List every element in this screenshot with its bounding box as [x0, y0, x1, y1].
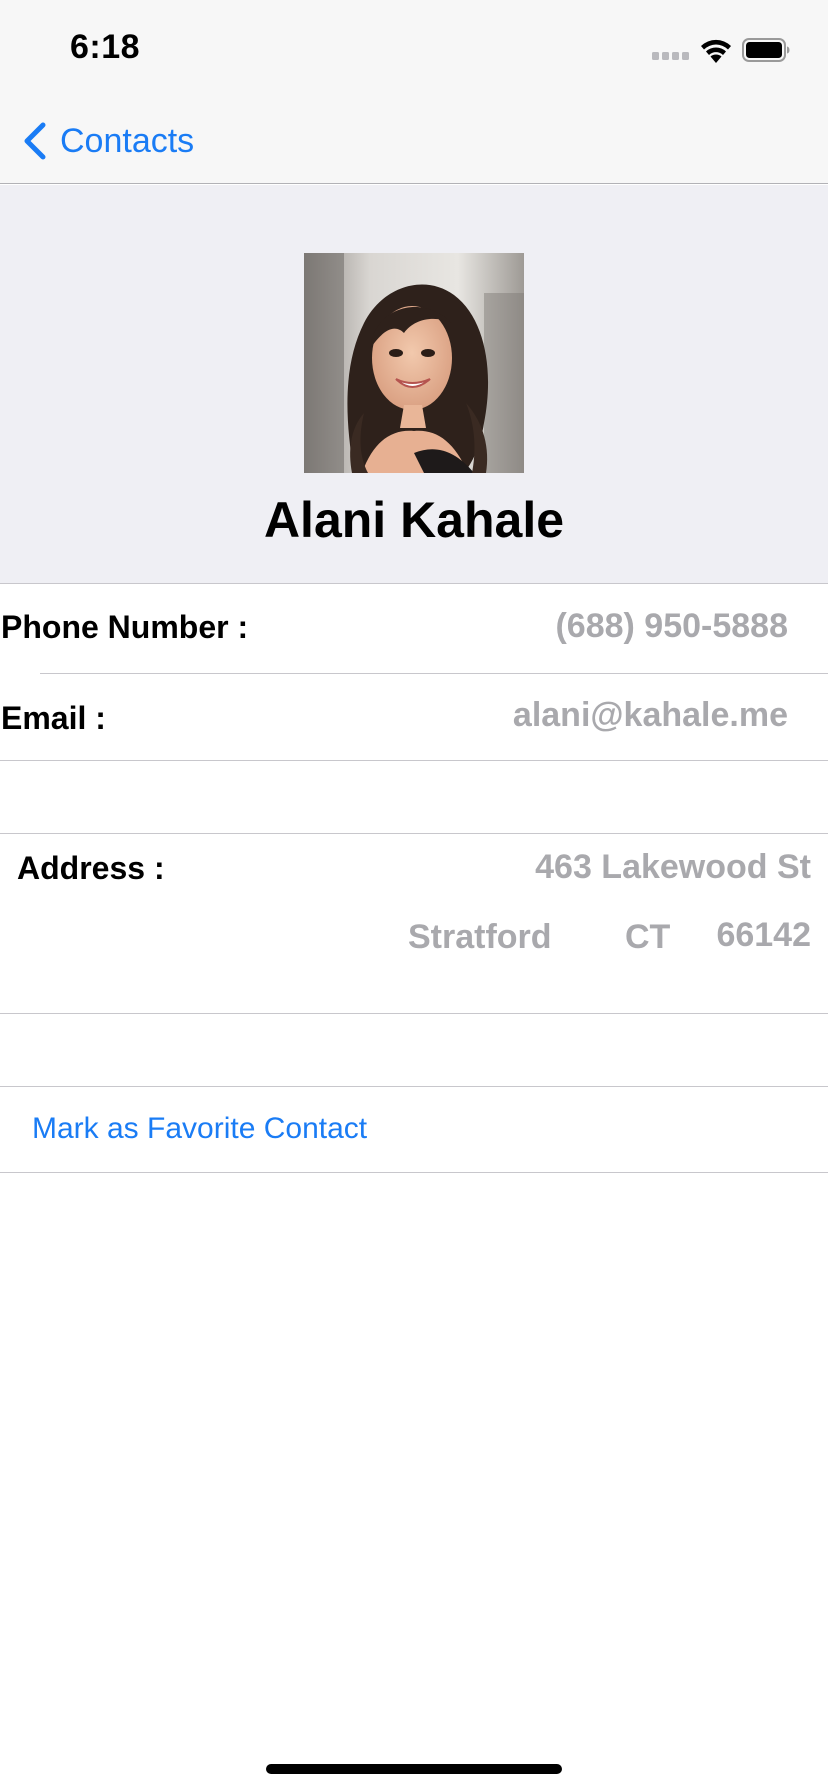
address-city: Stratford: [408, 918, 552, 956]
home-indicator[interactable]: [266, 1764, 562, 1774]
address-state: CT: [625, 918, 671, 956]
email-label: Email :: [1, 700, 106, 736]
address-label: Address :: [17, 850, 165, 886]
profile-header: Alani Kahale: [0, 185, 828, 584]
status-time: 6:18: [70, 28, 141, 66]
status-bar: 6:18: [0, 0, 828, 100]
separator: [0, 1013, 828, 1014]
separator: [0, 1172, 828, 1173]
separator: [0, 760, 828, 761]
address-row[interactable]: Address : 463 Lakewood St Stratford CT 6…: [0, 834, 828, 1013]
battery-icon: [742, 38, 790, 62]
email-value: alani@kahale.me: [512, 696, 788, 734]
phone-value: (688) 950-5888: [555, 607, 788, 645]
back-button[interactable]: Contacts: [22, 116, 194, 166]
navigation-bar: Contacts: [0, 100, 828, 184]
avatar: [304, 253, 524, 473]
back-label: Contacts: [60, 121, 195, 160]
mark-favorite-button[interactable]: Mark as Favorite Contact: [32, 1112, 367, 1146]
chevron-left-icon: [24, 122, 46, 160]
contact-name: Alani Kahale: [263, 492, 565, 548]
address-street: 463 Lakewood St: [535, 848, 811, 886]
cellular-signal-icon: [652, 52, 690, 60]
wifi-icon: [701, 39, 731, 63]
phone-row[interactable]: Phone Number : (688) 950-5888: [0, 585, 828, 673]
email-row[interactable]: Email : alani@kahale.me: [0, 674, 828, 760]
address-zip: 66142: [716, 916, 811, 954]
separator: [0, 1086, 828, 1087]
phone-label: Phone Number :: [1, 609, 249, 645]
